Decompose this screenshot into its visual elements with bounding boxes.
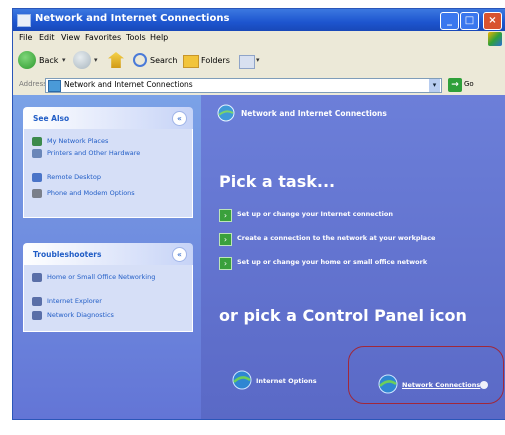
address-value: Network and Internet Connections [64,80,193,89]
forward-arrow-icon[interactable] [73,51,91,69]
selection-highlight-ring [348,346,504,404]
window-icon [17,14,31,27]
address-bar: Address Network and Internet Connections… [13,75,505,96]
views-icon[interactable] [239,55,255,69]
network-globe-icon [217,104,235,122]
back-arrow-icon[interactable] [18,51,36,69]
category-heading: Network and Internet Connections [241,109,387,118]
task-pane: See Also « My Network Places Printers an… [13,95,201,419]
address-dropdown-icon[interactable]: ▾ [429,79,440,92]
collapse-chevron-icon[interactable]: « [172,247,187,262]
go-arrow-icon[interactable]: → [448,78,462,92]
menu-bar: File Edit View Favorites Tools Help [13,31,505,48]
help-icon [32,297,42,306]
search-button-label[interactable]: Search [150,56,177,65]
folders-button-label[interactable]: Folders [201,56,230,65]
folders-icon[interactable] [183,55,199,68]
troubleshooters-panel: Troubleshooters « Home or Small Office N… [23,243,193,332]
see-also-title: See Also [33,114,70,123]
maximize-button[interactable]: □ [460,12,479,30]
help-icon [32,311,42,320]
address-label: Address [19,80,47,88]
see-also-body: My Network Places Printers and Other Har… [23,129,193,218]
go-button-label[interactable]: Go [464,80,474,88]
see-also-panel: See Also « My Network Places Printers an… [23,107,193,218]
pick-task-heading: Pick a task... [219,172,336,191]
remote-desktop-icon [32,173,42,182]
windows-logo-icon [488,32,502,46]
menu-edit[interactable]: Edit [39,33,55,42]
forward-dropdown-icon[interactable]: ▾ [94,56,98,64]
phone-icon [32,189,42,198]
up-folder-icon[interactable] [108,52,124,68]
toolbar: Back ▾ ▾ Search Folders ▾ [13,47,505,76]
collapse-chevron-icon[interactable]: « [172,111,187,126]
views-dropdown-icon[interactable]: ▾ [256,56,260,64]
back-button-label[interactable]: Back [39,56,58,65]
back-dropdown-icon[interactable]: ▾ [62,56,66,64]
troubleshooters-title: Troubleshooters [33,250,102,259]
mouse-cursor-icon [480,381,488,389]
network-folder-icon [48,80,61,92]
menu-file[interactable]: File [19,33,32,42]
menu-view[interactable]: View [61,33,80,42]
see-also-header[interactable]: See Also « [23,107,193,129]
printer-icon [32,149,42,158]
menu-favorites[interactable]: Favorites [85,33,121,42]
green-arrow-icon: › [219,233,232,246]
close-button[interactable]: × [483,12,502,30]
green-arrow-icon: › [219,257,232,270]
network-places-icon [32,137,42,146]
search-icon[interactable] [133,53,147,67]
menu-help[interactable]: Help [150,33,168,42]
troubleshooters-header[interactable]: Troubleshooters « [23,243,193,265]
minimize-button[interactable]: _ [440,12,459,30]
help-icon [32,273,42,282]
window-title: Network and Internet Connections [35,13,230,24]
internet-options-globe-icon [232,370,252,390]
troubleshooters-body: Home or Small Office Networking Internet… [23,265,193,332]
green-arrow-icon: › [219,209,232,222]
menu-tools[interactable]: Tools [126,33,146,42]
control-panel-heading: or pick a Control Panel icon [219,306,467,325]
title-bar[interactable]: Network and Internet Connections _ □ × [13,9,505,31]
address-field[interactable]: Network and Internet Connections ▾ [45,78,442,93]
